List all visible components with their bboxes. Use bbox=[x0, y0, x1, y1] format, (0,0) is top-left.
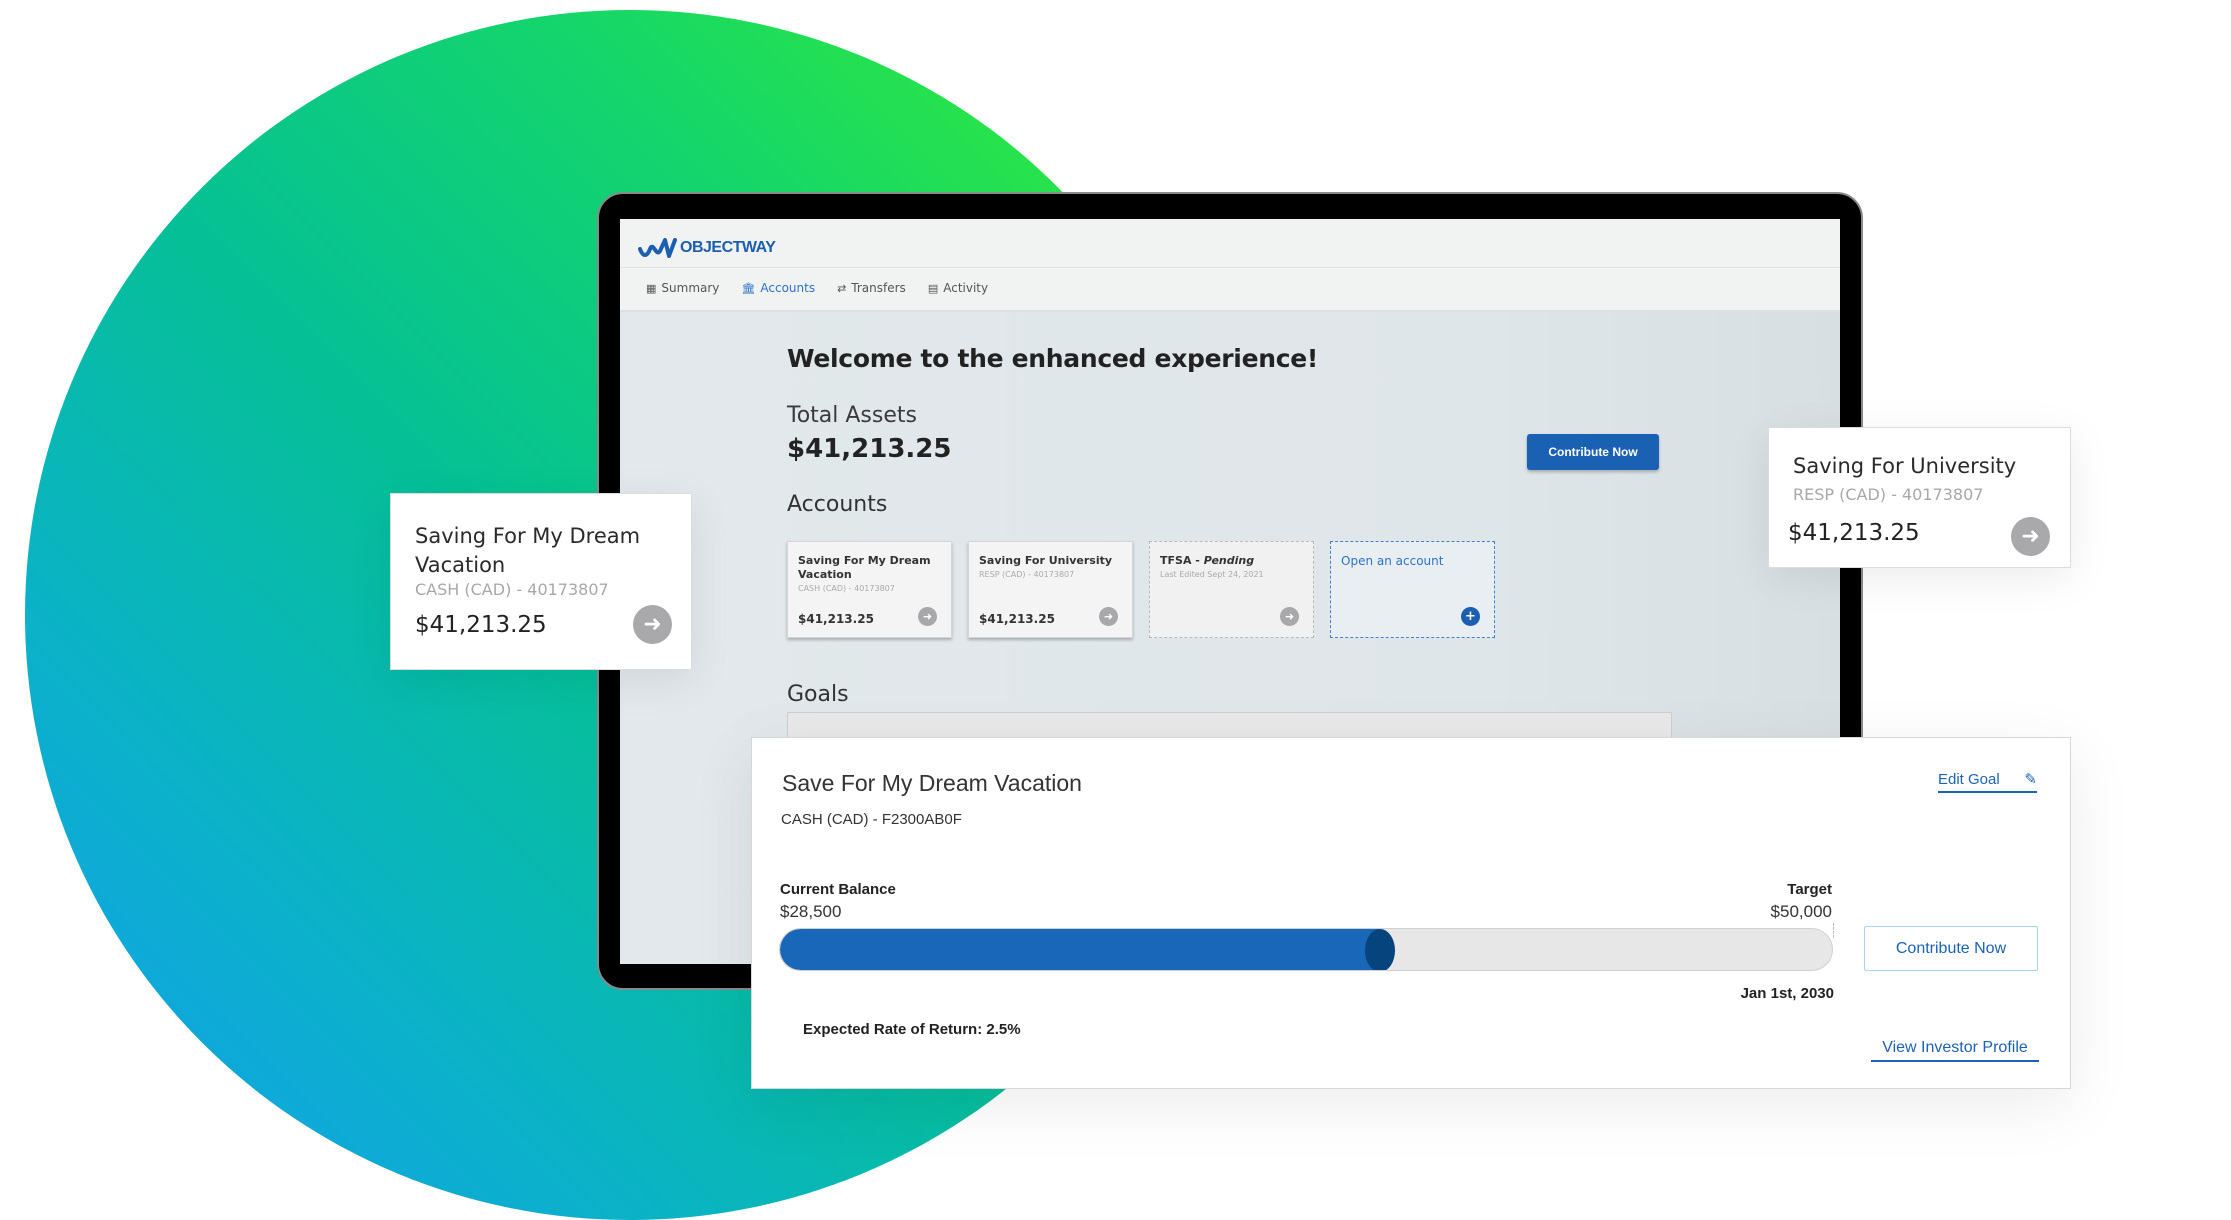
card-title: Saving For University bbox=[1793, 454, 2017, 478]
target-label: Target bbox=[1787, 881, 1832, 898]
account-card-university[interactable]: Saving For University RESP (CAD) - 40173… bbox=[968, 541, 1133, 638]
goals-heading: Goals bbox=[787, 682, 849, 707]
goal-contribute-now-button[interactable]: Contribute Now bbox=[1864, 926, 2038, 971]
goal-detail-card: Save For My Dream Vacation CASH (CAD) - … bbox=[751, 737, 2071, 1089]
nav-activity-label: Activity bbox=[943, 281, 989, 295]
target-value: $50,000 bbox=[1770, 902, 1832, 921]
account-title: TFSA - Pending bbox=[1160, 554, 1303, 568]
account-status: Pending bbox=[1203, 554, 1255, 567]
floating-account-card-university[interactable]: Saving For University RESP (CAD) - 40173… bbox=[1768, 427, 2071, 568]
account-subtitle: CASH (CAD) - 40173807 bbox=[798, 584, 895, 593]
target-marker bbox=[1833, 923, 1834, 938]
account-subtitle: Last Edited Sept 24, 2021 bbox=[1160, 570, 1264, 579]
arrow-right-icon[interactable]: ➜ bbox=[1280, 607, 1299, 626]
nav-summary[interactable]: ▦ Summary bbox=[646, 281, 719, 295]
plus-icon[interactable]: + bbox=[1461, 607, 1480, 626]
floating-account-card-vacation[interactable]: Saving For My Dream Vacation CASH (CAD) … bbox=[390, 493, 692, 670]
account-title: Saving For University bbox=[979, 554, 1113, 567]
edit-goal-link[interactable]: Edit Goal ✎ bbox=[1938, 770, 2037, 793]
account-amount: $41,213.25 bbox=[798, 612, 874, 626]
nav-accounts[interactable]: 🏛 Accounts bbox=[741, 281, 815, 295]
accounts-heading: Accounts bbox=[787, 492, 888, 517]
current-balance-value: $28,500 bbox=[780, 902, 842, 921]
card-amount: $41,213.25 bbox=[1788, 520, 1920, 546]
arrow-right-icon[interactable]: ➜ bbox=[2011, 517, 2050, 556]
target-date: Jan 1st, 2030 bbox=[1740, 985, 1834, 1002]
goal-account: CASH (CAD) - F2300AB0F bbox=[781, 811, 962, 828]
total-assets-value: $41,213.25 bbox=[787, 434, 952, 464]
goal-title: Save For My Dream Vacation bbox=[782, 770, 1082, 796]
nav-activity[interactable]: ▤ Activity bbox=[928, 281, 988, 295]
card-amount: $41,213.25 bbox=[415, 612, 547, 638]
open-account-label: Open an account bbox=[1341, 554, 1444, 568]
goal-progress-fill bbox=[780, 929, 1380, 970]
nav-summary-label: Summary bbox=[661, 281, 720, 295]
app-header: OBJECTWAY ▦ Summary 🏛 Accounts ⇄ Transfe… bbox=[620, 219, 1840, 312]
nav-accounts-label: Accounts bbox=[760, 281, 816, 295]
arrow-right-icon[interactable]: ➜ bbox=[1099, 607, 1118, 626]
calendar-icon: ▤ bbox=[927, 281, 939, 295]
current-balance-label: Current Balance bbox=[780, 881, 896, 898]
account-subtitle: RESP (CAD) - 40173807 bbox=[979, 570, 1075, 579]
account-card-vacation[interactable]: Saving For My Dream Vacation CASH (CAD) … bbox=[787, 541, 952, 638]
transfer-arrows-icon: ⇄ bbox=[837, 281, 847, 295]
edit-goal-label: Edit Goal bbox=[1938, 770, 2000, 788]
nav-transfers[interactable]: ⇄ Transfers bbox=[837, 281, 906, 295]
welcome-heading: Welcome to the enhanced experience! bbox=[787, 344, 1319, 373]
card-subtitle: RESP (CAD) - 40173807 bbox=[1793, 485, 1984, 504]
header-divider bbox=[620, 267, 1840, 268]
pencil-icon: ✎ bbox=[2024, 771, 2037, 788]
goal-progress-bar bbox=[779, 928, 1833, 971]
bank-icon: 🏛 bbox=[741, 281, 756, 295]
expected-rate-of-return: Expected Rate of Return: 2.5% bbox=[803, 1021, 1021, 1038]
grid-icon: ▦ bbox=[646, 281, 657, 295]
objectway-logo[interactable]: OBJECTWAY bbox=[638, 237, 776, 259]
contribute-now-button[interactable]: Contribute Now bbox=[1527, 434, 1659, 470]
total-assets-label: Total Assets bbox=[787, 403, 917, 428]
arrow-right-icon[interactable]: ➜ bbox=[918, 607, 937, 626]
arrow-right-icon[interactable]: ➜ bbox=[633, 605, 672, 644]
open-account-card[interactable]: Open an account + bbox=[1330, 541, 1495, 638]
nav-transfers-label: Transfers bbox=[851, 281, 906, 295]
logo-text: OBJECTWAY bbox=[680, 239, 776, 256]
account-title: Saving For My Dream Vacation bbox=[798, 554, 931, 581]
card-title: Saving For My Dream Vacation bbox=[415, 524, 641, 577]
account-card-tfsa-pending[interactable]: TFSA - Pending Last Edited Sept 24, 2021… bbox=[1149, 541, 1314, 638]
view-investor-profile-link[interactable]: View Investor Profile bbox=[1871, 1039, 2039, 1062]
card-subtitle: CASH (CAD) - 40173807 bbox=[415, 580, 609, 599]
goal-progress-knob bbox=[1365, 929, 1395, 970]
main-nav: ▦ Summary 🏛 Accounts ⇄ Transfers ▤ Activ… bbox=[646, 281, 988, 295]
logo-wave-icon bbox=[638, 238, 677, 258]
account-amount: $41,213.25 bbox=[979, 612, 1055, 626]
account-title-prefix: TFSA - bbox=[1160, 554, 1204, 567]
